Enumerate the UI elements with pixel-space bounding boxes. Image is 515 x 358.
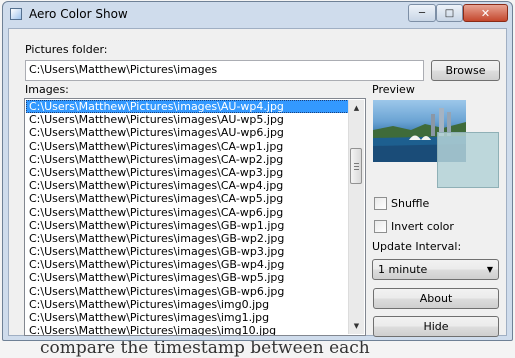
- list-item[interactable]: C:\Users\Matthew\Pictures\images\CA-wp6.…: [26, 206, 349, 219]
- grip-line: [354, 169, 359, 170]
- list-item[interactable]: C:\Users\Matthew\Pictures\images\CA-wp4.…: [26, 179, 349, 192]
- list-item[interactable]: C:\Users\Matthew\Pictures\images\AU-wp6.…: [26, 126, 349, 139]
- shuffle-label: Shuffle: [391, 197, 430, 210]
- preview-label: Preview: [372, 83, 415, 96]
- update-interval-value: 1 minute: [378, 263, 428, 276]
- list-item[interactable]: C:\Users\Matthew\Pictures\images\GB-wp1.…: [26, 219, 349, 232]
- list-item[interactable]: C:\Users\Matthew\Pictures\images\CA-wp3.…: [26, 166, 349, 179]
- browse-button[interactable]: Browse: [431, 60, 500, 81]
- scroll-up-icon[interactable]: ▲: [349, 100, 364, 116]
- chevron-down-icon: ▼: [486, 265, 493, 274]
- title-bar[interactable]: Aero Color Show ─ □ ✕: [3, 2, 512, 28]
- list-item[interactable]: C:\Users\Matthew\Pictures\images\GB-wp4.…: [26, 258, 349, 271]
- pictures-folder-input[interactable]: C:\Users\Matthew\Pictures\images: [25, 60, 424, 81]
- list-item[interactable]: C:\Users\Matthew\Pictures\images\img0.jp…: [26, 298, 349, 311]
- list-item[interactable]: C:\Users\Matthew\Pictures\images\CA-wp1.…: [26, 140, 349, 153]
- scroll-down-icon[interactable]: ▼: [349, 318, 364, 334]
- invert-color-label: Invert color: [391, 220, 454, 233]
- app-icon: [10, 8, 22, 20]
- grip-line: [354, 163, 359, 164]
- aero-color-swatch: [437, 132, 499, 188]
- list-item[interactable]: C:\Users\Matthew\Pictures\images\GB-wp2.…: [26, 232, 349, 245]
- list-item[interactable]: C:\Users\Matthew\Pictures\images\img10.j…: [26, 324, 349, 335]
- update-interval-label: Update Interval:: [372, 240, 462, 253]
- about-button[interactable]: About: [373, 288, 499, 309]
- app-window: Aero Color Show ─ □ ✕ Pictures folder: C…: [2, 1, 513, 341]
- list-item[interactable]: C:\Users\Matthew\Pictures\images\AU-wp4.…: [26, 100, 349, 114]
- list-item[interactable]: C:\Users\Matthew\Pictures\images\GB-wp6.…: [26, 285, 349, 298]
- images-label: Images:: [25, 83, 69, 96]
- window-title: Aero Color Show: [29, 7, 128, 21]
- list-item[interactable]: C:\Users\Matthew\Pictures\images\GB-wp3.…: [26, 245, 349, 258]
- images-listbox[interactable]: C:\Users\Matthew\Pictures\images\AU-wp4.…: [24, 98, 366, 336]
- hide-button[interactable]: Hide: [373, 316, 499, 337]
- background-text: compare the timestamp between each: [40, 338, 370, 358]
- list-item[interactable]: C:\Users\Matthew\Pictures\images\GB-wp5.…: [26, 271, 349, 284]
- list-item[interactable]: C:\Users\Matthew\Pictures\images\img1.jp…: [26, 311, 349, 324]
- scroll-thumb[interactable]: [350, 148, 362, 184]
- pictures-folder-label: Pictures folder:: [25, 43, 108, 56]
- invert-color-checkbox[interactable]: [374, 220, 387, 233]
- list-item[interactable]: C:\Users\Matthew\Pictures\images\CA-wp2.…: [26, 153, 349, 166]
- update-interval-select[interactable]: 1 minute ▼: [372, 259, 499, 280]
- list-item[interactable]: C:\Users\Matthew\Pictures\images\CA-wp5.…: [26, 192, 349, 205]
- list-item[interactable]: C:\Users\Matthew\Pictures\images\AU-wp5.…: [26, 113, 349, 126]
- minimize-button[interactable]: ─: [408, 4, 436, 22]
- preview-image: [372, 98, 500, 190]
- close-button[interactable]: ✕: [463, 4, 508, 22]
- vertical-scrollbar[interactable]: ▲ ▼: [348, 100, 364, 334]
- shuffle-checkbox[interactable]: [374, 197, 387, 210]
- client-area: Pictures folder: C:\Users\Matthew\Pictur…: [8, 28, 507, 337]
- grip-line: [354, 166, 359, 167]
- maximize-button[interactable]: □: [436, 4, 463, 22]
- images-list: C:\Users\Matthew\Pictures\images\AU-wp4.…: [26, 100, 349, 335]
